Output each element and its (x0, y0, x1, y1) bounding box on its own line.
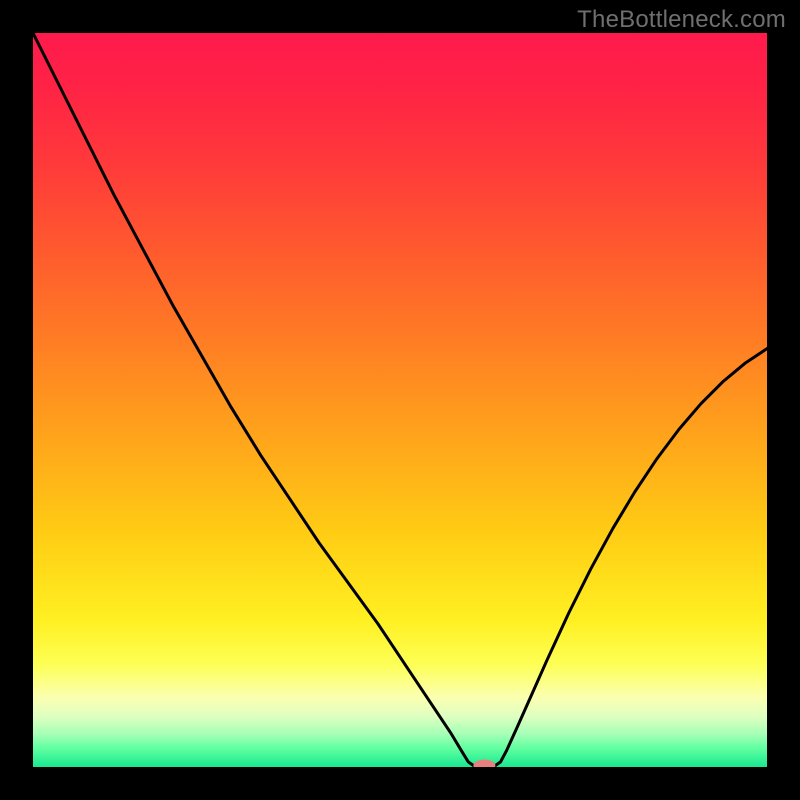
chart-frame: TheBottleneck.com (0, 0, 800, 800)
optimal-point-marker (473, 760, 495, 772)
bottleneck-chart (0, 0, 800, 800)
watermark-text: TheBottleneck.com (577, 6, 786, 34)
